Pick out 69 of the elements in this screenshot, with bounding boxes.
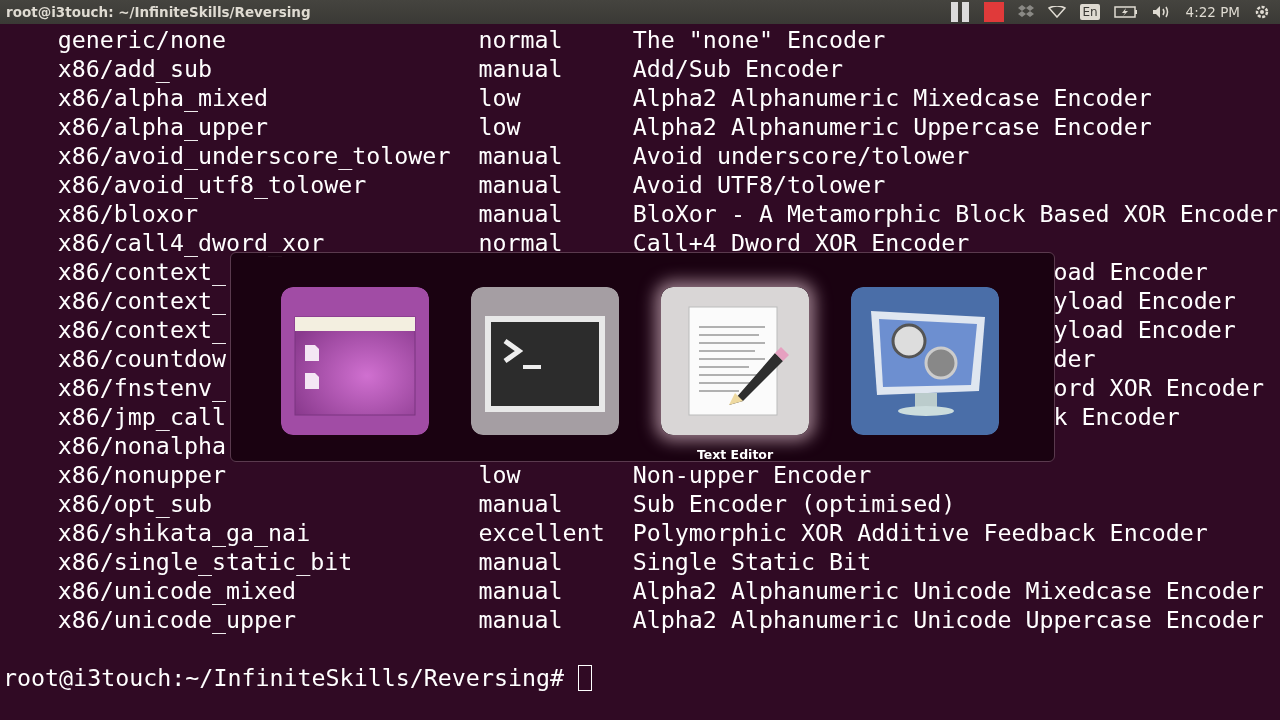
- encoder-description: Alpha2 Alphanumeric Mixedcase Encoder: [632, 83, 1152, 112]
- encoder-description: Sub Encoder (optimised): [632, 489, 956, 518]
- encoder-name: x86/unicode_upper: [57, 605, 298, 634]
- encoder-rank: manual: [478, 576, 564, 605]
- encoder-description: Non-upper Encoder: [632, 460, 872, 489]
- encoder-description: Single Static Bit: [632, 547, 872, 576]
- encoder-name: x86/nonalpha: [57, 431, 226, 460]
- encoder-description: BloXor - A Metamorphic Block Based XOR Encoder: [632, 199, 1278, 228]
- pause-icon[interactable]: [950, 2, 971, 22]
- encoder-rank: low: [478, 460, 522, 489]
- encoder-name: x86/context_: [57, 286, 226, 315]
- encoder-rank: manual: [478, 605, 564, 634]
- encoder-rank: low: [478, 83, 522, 112]
- encoder-description: The "none" Encoder: [632, 25, 886, 54]
- encoder-name: x86/bloxor: [57, 199, 199, 228]
- encoder-name: generic/none: [57, 25, 227, 54]
- encoder-description: yload Encoder: [1053, 315, 1236, 344]
- encoder-name: x86/single_static_bit: [57, 547, 354, 576]
- encoder-description: Alpha2 Alphanumeric Unicode Mixedcase Encoder: [632, 576, 1264, 605]
- encoder-rank: manual: [478, 54, 564, 83]
- encoder-rank: low: [478, 112, 522, 141]
- encoder-description: Call+4 Dword XOR Encoder: [632, 228, 970, 257]
- keyboard-layout-indicator[interactable]: En: [1080, 4, 1100, 20]
- clock[interactable]: 4:22 PM: [1185, 4, 1240, 20]
- app-label: Text Editor: [696, 448, 774, 462]
- encoder-name: x86/opt_sub: [57, 489, 213, 518]
- encoder-description: Avoid UTF8/tolower: [632, 170, 886, 199]
- encoder-rank: normal: [478, 25, 564, 54]
- monitor-media-icon[interactable]: [851, 287, 999, 435]
- encoder-rank: manual: [478, 170, 564, 199]
- document-pencil-icon[interactable]: [661, 287, 809, 435]
- encoder-rank: manual: [478, 141, 564, 170]
- encoder-description: ord XOR Encoder: [1053, 373, 1264, 402]
- encoder-name: x86/unicode_mixed: [57, 576, 298, 605]
- folder-window-icon[interactable]: [281, 287, 429, 435]
- battery-icon[interactable]: [1113, 6, 1138, 18]
- encoder-name: x86/avoid_underscore_tolower: [57, 141, 452, 170]
- encoder-description: Alpha2 Alphanumeric Unicode Uppercase Encoder: [632, 605, 1264, 634]
- encoder-rank: manual: [478, 547, 564, 576]
- encoder-description: Add/Sub Encoder: [632, 54, 844, 83]
- encoder-description: Alpha2 Alphanumeric Uppercase Encoder: [632, 112, 1152, 141]
- window-title: root@i3touch: ~/InfiniteSkills/Reversing: [6, 4, 312, 20]
- encoder-name: x86/context_: [57, 315, 226, 344]
- encoder-description: oad Encoder: [1053, 257, 1208, 286]
- encoder-name: x86/countdow: [57, 344, 226, 373]
- encoder-description: yload Encoder: [1053, 286, 1236, 315]
- encoder-rank: excellent: [478, 518, 606, 547]
- encoder-name: x86/jmp_call: [57, 402, 226, 431]
- terminal-icon[interactable]: [471, 287, 619, 435]
- encoder-name: x86/fnstenv_: [57, 373, 226, 402]
- encoder-name: x86/shikata_ga_nai: [57, 518, 312, 547]
- encoder-rank: manual: [478, 199, 564, 228]
- encoder-name: x86/alpha_upper: [57, 112, 270, 141]
- encoder-description: Avoid underscore/tolower: [632, 141, 970, 170]
- encoder-name: x86/add_sub: [57, 54, 213, 83]
- encoder-name: x86/avoid_utf8_tolower: [57, 170, 368, 199]
- encoder-rank: manual: [478, 489, 564, 518]
- encoder-name: x86/alpha_mixed: [57, 83, 270, 112]
- shell-prompt: root@i3touch:~/InfiniteSkills/Reversing#: [3, 663, 566, 692]
- encoder-name: x86/nonupper: [57, 460, 227, 489]
- stop-icon[interactable]: [984, 2, 1005, 22]
- text-cursor: [578, 664, 593, 691]
- wifi-icon[interactable]: [1048, 6, 1067, 18]
- encoder-description: k Encoder: [1053, 402, 1180, 431]
- encoder-name: x86/call4_dword_xor: [57, 228, 326, 257]
- encoder-name: x86/context_: [57, 257, 226, 286]
- encoder-description: Polymorphic XOR Additive Feedback Encoder: [632, 518, 1208, 547]
- encoder-description: der: [1053, 344, 1096, 373]
- encoder-rank: normal: [478, 228, 564, 257]
